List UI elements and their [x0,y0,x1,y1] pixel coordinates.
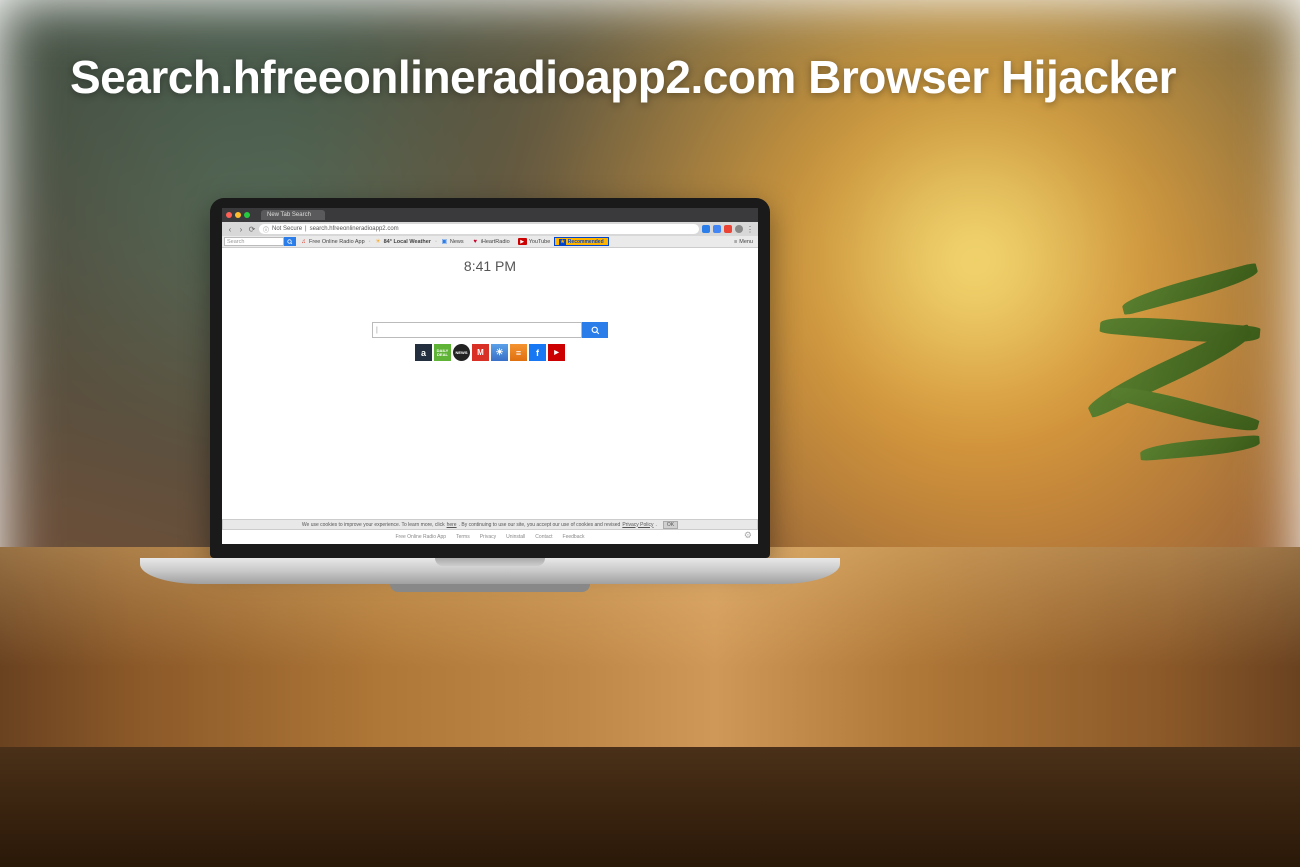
gmail-icon: M [477,348,484,357]
main-search-row: | [222,322,758,338]
laptop-screen: New Tab Search ‹ › ⟳ ⓘ Not Secure | sear… [222,208,758,544]
laptop-notch [435,558,545,566]
booking-icon: ≡ [516,348,521,358]
close-window-button[interactable] [226,212,232,218]
url-text: search.hfreeonlineradioapp2.com [310,226,399,232]
toolbar-link-news[interactable]: ▣ News [437,238,468,245]
footer-link[interactable]: Contact [535,534,552,540]
footer-link[interactable]: Feedback [563,534,585,540]
settings-gear-icon[interactable]: ⚙ [744,530,752,541]
shortcut-news[interactable]: NEWS [453,344,470,361]
minimize-window-button[interactable] [235,212,241,218]
toolbar-search-button[interactable] [284,237,296,246]
youtube-icon: ▶ [518,238,527,245]
browser-tab[interactable]: New Tab Search [261,210,325,220]
recommended-label: Recommended [568,239,604,245]
toolbar-search-input[interactable]: Search [224,237,284,246]
toolbar-link-label: 84° Local Weather [384,239,431,245]
extension-icon[interactable] [713,225,721,233]
headline-text: Search.hfreeonlineradioapp2.com Browser … [70,50,1176,104]
star-icon: ★ [559,239,565,245]
browser-toolbar: ‹ › ⟳ ⓘ Not Secure | search.hfreeonliner… [222,222,758,236]
cookie-policy-link[interactable]: Privacy Policy [622,522,653,528]
forward-button[interactable]: › [237,225,245,233]
hijacker-toolbar: Search ♫ Free Online Radio App • ☀ 84° L… [222,236,758,248]
deal-icon: DAILY DEAL [434,349,451,357]
news-icon: ▣ [441,238,448,245]
table-edge [0,747,1300,867]
menu-icon[interactable]: ⋮ [746,225,754,233]
main-search-input[interactable]: | [372,322,582,338]
back-button[interactable]: ‹ [226,225,234,233]
shortcut-booking[interactable]: ≡ [510,344,527,361]
browser-tab-strip: New Tab Search [222,208,758,222]
menu-label: Menu [739,239,753,245]
address-separator: | [305,226,307,232]
toolbar-link-radio[interactable]: ♫ Free Online Radio App [296,238,369,245]
laptop-base [140,558,840,584]
amazon-icon: a [421,348,426,358]
main-search-button[interactable] [582,322,608,338]
toolbar-link-label: YouTube [529,239,551,245]
hamburger-icon: ≡ [734,239,737,245]
page-content: 8:41 PM | a DAILY DEAL NEWS M ☀ ≡ f ▶ [222,248,758,544]
security-label: Not Secure [272,226,302,232]
shortcut-weather[interactable]: ☀ [491,344,508,361]
plant-decoration [1080,260,1300,540]
reload-button[interactable]: ⟳ [248,225,256,233]
toolbar-link-weather[interactable]: ☀ 84° Local Weather [371,238,435,245]
extension-icon[interactable] [724,225,732,233]
search-icon [591,326,600,335]
footer-link[interactable]: Free Online Radio App [395,534,446,540]
cookie-here-link[interactable]: here [447,522,457,528]
maximize-window-button[interactable] [244,212,250,218]
heart-icon: ♥ [472,238,479,245]
tab-title: New Tab Search [267,212,311,218]
footer-link[interactable]: Uninstall [506,534,525,540]
globe-icon: NEWS [456,350,468,355]
toolbar-link-label: News [450,239,464,245]
search-icon [287,239,293,245]
youtube-icon: ▶ [554,349,559,356]
shortcut-youtube[interactable]: ▶ [548,344,565,361]
laptop-foot [390,584,590,592]
shortcut-facebook[interactable]: f [529,344,546,361]
shortcut-amazon[interactable]: a [415,344,432,361]
clock-display: 8:41 PM [222,258,758,274]
toolbar-menu-button[interactable]: ≡ Menu [731,239,756,245]
cookie-text-mid: . By continuing to use our site, you acc… [459,522,621,528]
cookie-notice: We use cookies to improve your experienc… [222,519,758,530]
radio-icon: ♫ [300,238,307,245]
weather-icon: ☀ [495,347,503,358]
footer-links: Free Online Radio App Terms Privacy Unin… [222,530,758,544]
toolbar-link-label: Free Online Radio App [309,239,365,245]
shortcut-daily-deal[interactable]: DAILY DEAL [434,344,451,361]
info-icon: ⓘ [263,225,269,234]
sun-icon: ☀ [375,238,382,245]
shortcut-gmail[interactable]: M [472,344,489,361]
extension-icon[interactable] [702,225,710,233]
footer-link[interactable]: Privacy [480,534,496,540]
toolbar-recommended-button[interactable]: ★ Recommended [554,237,608,246]
laptop-bezel: New Tab Search ‹ › ⟳ ⓘ Not Secure | sear… [210,198,770,558]
toolbar-search-placeholder: Search [227,239,244,245]
profile-icon[interactable] [735,225,743,233]
address-bar[interactable]: ⓘ Not Secure | search.hfreeonlineradioap… [259,224,699,234]
facebook-icon: f [536,348,539,358]
shortcut-row: a DAILY DEAL NEWS M ☀ ≡ f ▶ [222,344,758,361]
cookie-text-pre: We use cookies to improve your experienc… [302,522,445,528]
laptop: New Tab Search ‹ › ⟳ ⓘ Not Secure | sear… [140,198,840,584]
footer-link[interactable]: Terms [456,534,470,540]
toolbar-link-youtube[interactable]: ▶ YouTube [514,238,555,245]
toolbar-link-label: iHeartRadio [481,239,510,245]
toolbar-link-iheartradio[interactable]: ♥ iHeartRadio [468,238,514,245]
cookie-ok-button[interactable]: OK [663,521,678,529]
